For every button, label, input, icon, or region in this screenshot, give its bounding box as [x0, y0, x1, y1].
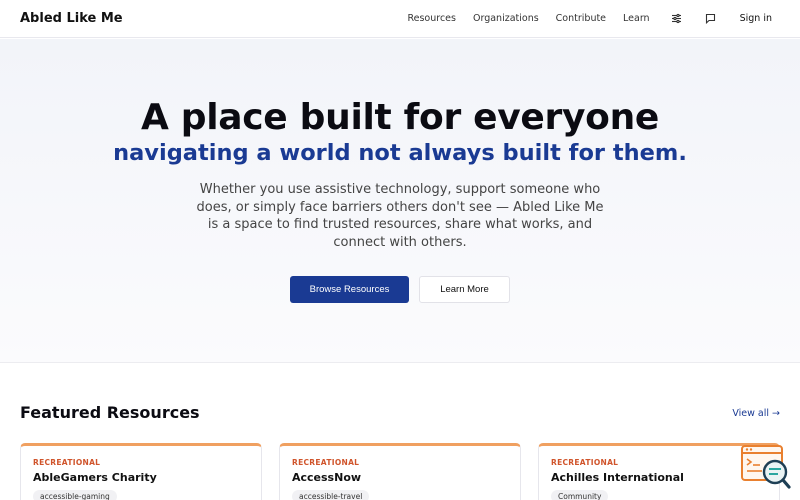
card-tag[interactable]: accessible-travel: [292, 490, 370, 500]
card-category: RECREATIONAL: [33, 458, 101, 467]
nav-link-contribute[interactable]: Contribute: [556, 13, 606, 24]
hero-subtitle: navigating a world not always built for …: [113, 140, 687, 166]
featured-resources-title: Featured Resources: [20, 403, 200, 422]
card-tag[interactable]: Community: [551, 490, 609, 500]
resource-card[interactable]: RECREATIONAL AccessNow accessible-travel: [279, 443, 521, 500]
browse-resources-button[interactable]: Browse Resources: [290, 276, 409, 303]
view-all-link[interactable]: View all →: [732, 408, 780, 419]
card-title[interactable]: AccessNow: [292, 471, 508, 484]
feedback-icon[interactable]: [704, 12, 718, 26]
code-search-icon[interactable]: [740, 444, 792, 492]
top-nav: Abled Like Me Resources Organizations Co…: [0, 0, 800, 38]
featured-cards: RECREATIONAL AbleGamers Charity accessib…: [20, 443, 797, 500]
learn-more-button[interactable]: Learn More: [419, 276, 510, 303]
sign-in-link[interactable]: Sign in: [740, 13, 772, 24]
card-tag[interactable]: accessible-gaming: [33, 490, 117, 500]
card-title[interactable]: Achilles International: [551, 471, 767, 484]
card-title[interactable]: AbleGamers Charity: [33, 471, 249, 484]
nav-link-organizations[interactable]: Organizations: [473, 13, 539, 24]
nav-links: Resources Organizations Contribute Learn…: [390, 12, 780, 26]
hero-section: A place built for everyone navigating a …: [0, 39, 800, 363]
hero-description: Whether you use assistive technology, su…: [196, 182, 604, 250]
card-category: RECREATIONAL: [551, 458, 619, 467]
resource-card[interactable]: RECREATIONAL AbleGamers Charity accessib…: [20, 443, 262, 500]
nav-link-resources[interactable]: Resources: [407, 13, 456, 24]
hero-title: A place built for everyone: [140, 97, 660, 138]
card-category: RECREATIONAL: [292, 458, 360, 467]
nav-link-learn[interactable]: Learn: [623, 13, 650, 24]
settings-sliders-icon[interactable]: [670, 12, 684, 26]
brand-logo[interactable]: Abled Like Me: [20, 11, 123, 26]
